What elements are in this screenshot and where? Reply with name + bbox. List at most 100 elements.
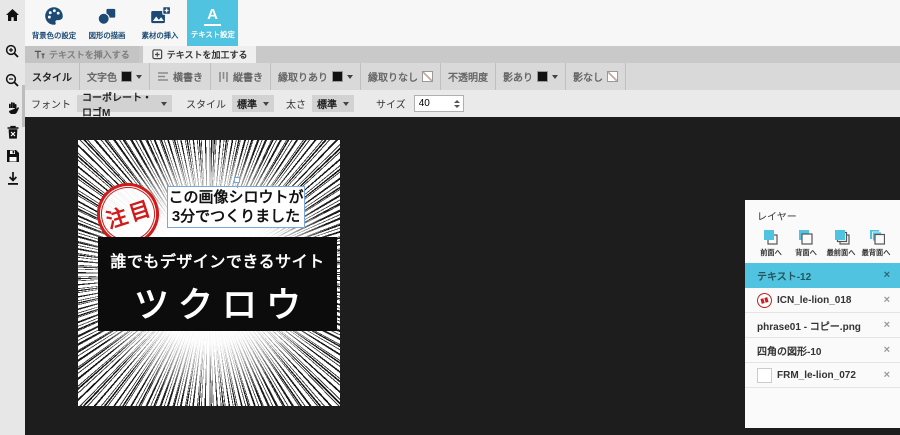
home-icon[interactable] [0,5,25,25]
action-label: 前面へ [760,248,782,258]
bubble-line2: 3分でつくりました [168,207,304,227]
tab-insert-text[interactable]: テキストを挿入する [25,46,139,63]
main-tool-row: 背景色の設定 図形の描画 素材の挿入 A テキスト設定 [25,0,900,46]
selected-text-box[interactable]: この画像シロウトが 3分でつくりました [167,186,305,228]
outline-color-swatch [332,71,343,82]
layer-name: テキスト-12 [757,268,811,283]
frame-thumbnail-icon [757,368,772,383]
draw-shapes-button[interactable]: 図形の描画 [81,0,132,46]
action-label: 最背面へ [862,248,891,258]
layer-name: phrase01 - コピー.png [757,318,861,333]
opacity-label: 不透明度 [448,69,488,84]
zoom-in-icon[interactable] [0,41,25,61]
layer-row-phrase01[interactable]: phrase01 - コピー.png × [745,313,900,338]
outline-on-label: 縁取りあり [278,69,328,84]
shadow-on-label: 影あり [503,69,533,84]
layer-row-frm-le-lion[interactable]: FRM_le-lion_072 × [745,363,900,388]
close-icon[interactable]: × [883,319,891,331]
font-size-field [414,95,464,112]
close-icon[interactable]: × [883,294,891,306]
tool-label: 背景色の設定 [31,30,75,40]
stamp-thumbnail-icon [755,291,773,309]
background-color-button[interactable]: 背景色の設定 [28,0,79,46]
bring-to-front-button[interactable]: 最前面へ [824,229,859,258]
tool-label: 図形の描画 [88,30,125,40]
chevron-down-icon [343,102,349,106]
spin-down-icon[interactable] [454,105,460,108]
bring-forward-button[interactable]: 前面へ [753,229,788,258]
send-to-back-button[interactable]: 最背面へ [859,229,894,258]
top-toolbar: 背景色の設定 図形の描画 素材の挿入 A テキスト設定 テキストを挿入する [25,0,900,117]
layers-panel-title: レイヤー [745,200,900,225]
bring-forward-icon [762,229,779,245]
text-color-label: 文字色 [87,69,117,84]
horizontal-label: 横書き [173,69,203,84]
vertical-writing-button[interactable]: 縦書き [211,63,271,90]
font-family-select[interactable]: コーポレート・ロゴM [77,95,172,112]
opacity-button[interactable]: 不透明度 [441,63,496,90]
left-tool-rail [0,0,25,435]
selection-handle[interactable] [234,177,240,183]
stamp-text: 注目 [99,192,157,236]
chevron-down-icon [552,75,558,79]
text-color-button[interactable]: 文字色 [80,63,150,90]
text-settings-icon: A [204,7,221,26]
text-style-row: スタイル 文字色 横書き 縦書き 縁取りあり 縁取りなし [25,63,900,90]
tab-edit-text[interactable]: テキストを加工する [143,46,257,63]
font-weight-value: 標準 [317,96,337,111]
outline-off-button[interactable]: 縁取りなし [361,63,441,90]
download-icon[interactable] [0,168,25,188]
font-weight-label: 太さ [286,96,306,111]
black-banner[interactable]: 誰でもデザインできるサイト ツクロウ [98,237,337,331]
action-label: 背面へ [795,248,817,258]
rail-scrollbar-thumb[interactable] [22,85,25,127]
layer-row-text-12[interactable]: テキスト-12 × [745,263,900,288]
horizontal-writing-button[interactable]: 横書き [150,63,211,90]
banner-line1: 誰でもデザインできるサイト [98,248,337,272]
font-label: フォント [31,96,71,111]
bring-to-front-icon [833,229,850,245]
banner-line2: ツクロウ [98,277,337,328]
layer-name: FRM_le-lion_072 [777,370,856,381]
tab-label: テキストを加工する [167,48,248,61]
font-style-select[interactable]: 標準 [232,95,274,112]
layers-panel: レイヤー 前面へ 背面へ 最前面へ 最背面へ テキスト-12 [745,200,900,428]
send-backward-icon [797,229,814,245]
text-color-swatch [121,71,132,82]
chevron-down-icon [136,75,142,79]
insert-image-icon [149,5,171,27]
vertical-lines-icon [218,71,229,83]
insert-material-button[interactable]: 素材の挿入 [134,0,185,46]
spin-up-icon[interactable] [454,100,460,103]
chevron-down-icon [347,75,353,79]
tool-label: テキスト設定 [191,29,235,39]
send-backward-button[interactable]: 背面へ [788,229,823,258]
outline-on-button[interactable]: 縁取りあり [271,63,361,90]
palette-icon [43,5,65,27]
chevron-down-icon [161,102,167,106]
tool-label: 素材の挿入 [141,30,178,40]
layer-actions: 前面へ 背面へ 最前面へ 最背面へ [745,225,900,263]
save-icon[interactable] [0,146,25,166]
font-weight-select[interactable]: 標準 [312,95,354,112]
layer-row-icn-le-lion[interactable]: ICN_le-lion_018 × [745,288,900,313]
close-icon[interactable]: × [883,344,891,356]
text-settings-button[interactable]: A テキスト設定 [187,0,238,46]
text-tab-row: テキストを挿入する テキストを加工する [25,46,900,63]
shadow-on-button[interactable]: 影あり [496,63,566,90]
canvas-artboard[interactable]: 注目 誰でもデザインできるサイト ツクロウ この画像シロウトが 3分でつくりまし… [78,140,340,406]
style-menu-button[interactable]: スタイル [25,63,80,90]
no-shadow-swatch [607,71,618,82]
shadow-off-button[interactable]: 影なし [566,63,626,90]
outline-off-label: 縁取りなし [368,69,418,84]
no-outline-swatch [422,71,433,82]
tab-label: テキストを挿入する [49,48,130,61]
chevron-down-icon [263,102,269,106]
action-label: 最前面へ [827,248,856,258]
bubble-line1: この画像シロウトが [168,188,304,208]
layer-row-rect-shape[interactable]: 四角の図形-10 × [745,338,900,363]
font-style-label: スタイル [186,96,226,111]
close-icon[interactable]: × [883,369,891,381]
close-icon[interactable]: × [883,269,891,281]
font-size-stepper[interactable] [453,97,462,110]
